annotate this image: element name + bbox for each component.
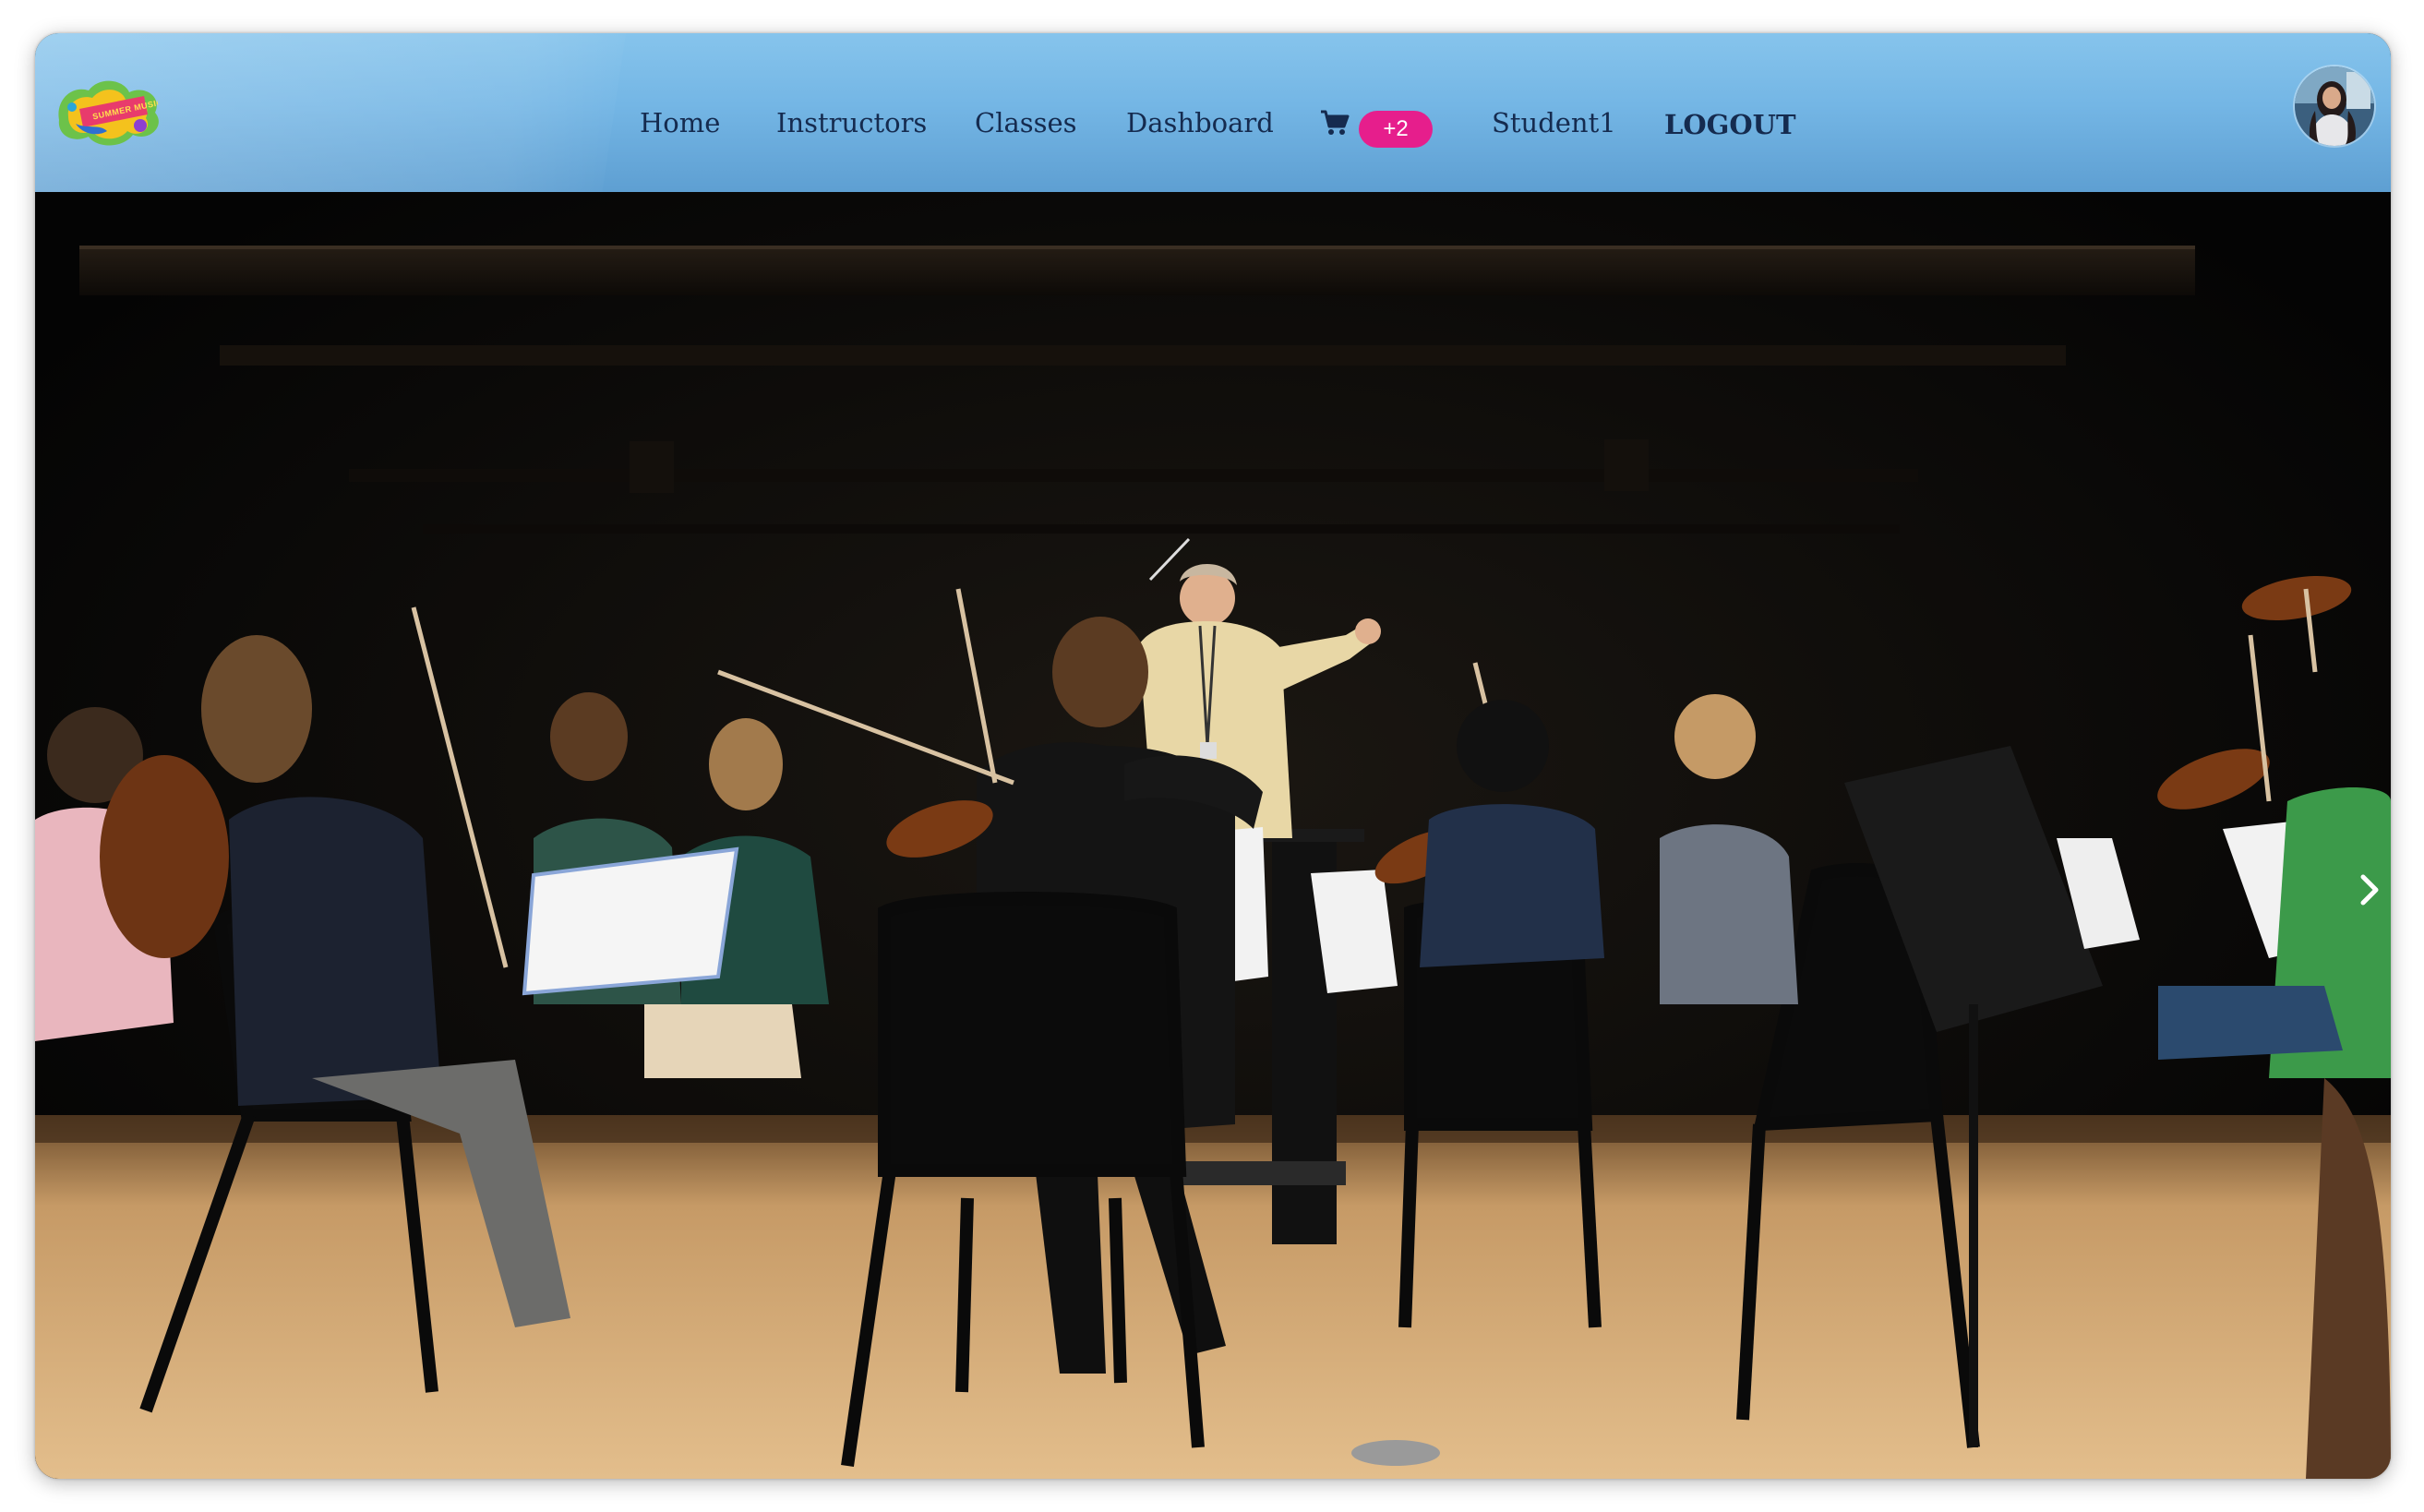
nav-home[interactable]: Home bbox=[640, 107, 720, 138]
logout-button[interactable]: LOGOUT bbox=[1664, 109, 1796, 140]
orchestra-rehearsal-photo bbox=[35, 192, 2391, 1479]
shopping-cart-icon bbox=[1321, 110, 1350, 135]
carousel-next-button[interactable] bbox=[2358, 871, 2382, 908]
user-avatar[interactable] bbox=[2295, 66, 2374, 146]
cart-count-badge: +2 bbox=[1359, 111, 1433, 148]
nav-classes[interactable]: Classes bbox=[975, 107, 1077, 138]
nav-instructors[interactable]: Instructors bbox=[776, 107, 927, 138]
main-nav: Home Instructors Classes Dashboard +2 St… bbox=[35, 33, 2391, 192]
hero-image bbox=[35, 192, 2391, 1479]
nav-dashboard[interactable]: Dashboard bbox=[1126, 107, 1274, 138]
chevron-right-icon bbox=[2360, 874, 2379, 906]
browser-viewport: SUMMER MUSIC CAMP Home Instructors Class… bbox=[35, 33, 2391, 1479]
nav-user[interactable]: Student1 bbox=[1492, 107, 1616, 138]
cart-button[interactable]: +2 bbox=[1320, 105, 1440, 150]
navbar: SUMMER MUSIC CAMP Home Instructors Class… bbox=[35, 33, 2391, 192]
